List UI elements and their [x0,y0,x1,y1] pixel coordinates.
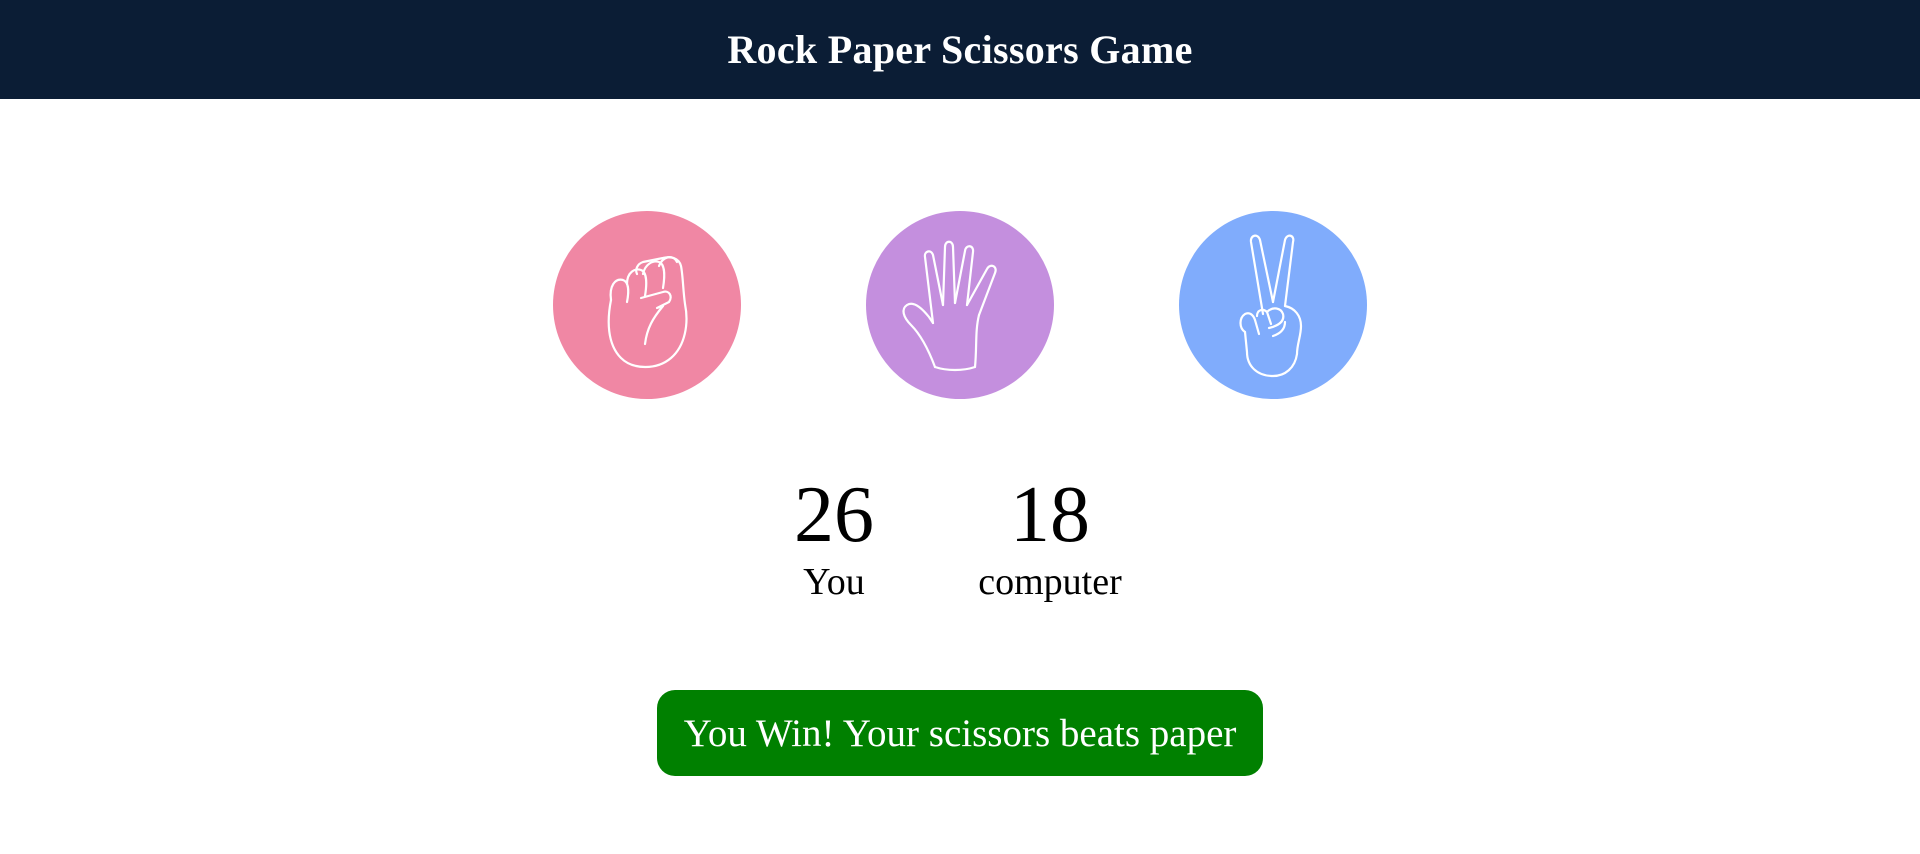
result-message: You Win! Your scissors beats paper [657,690,1263,776]
paper-hand-icon [902,240,997,372]
scissors-choice-button[interactable] [1179,211,1367,399]
computer-score-label: computer [978,561,1122,603]
app-header: Rock Paper Scissors Game [0,0,1920,99]
user-score-label: You [803,561,865,603]
scissors-peace-icon [1239,234,1303,378]
computer-score-panel: 18 computer [960,470,1140,604]
user-score-panel: 26 You [764,470,904,604]
page-title: Rock Paper Scissors Game [727,27,1193,72]
user-score: 26 [794,471,874,559]
rock-fist-icon [607,256,688,369]
computer-score: 18 [1010,471,1090,559]
paper-choice-button[interactable] [866,211,1054,399]
rock-choice-button[interactable] [553,211,741,399]
